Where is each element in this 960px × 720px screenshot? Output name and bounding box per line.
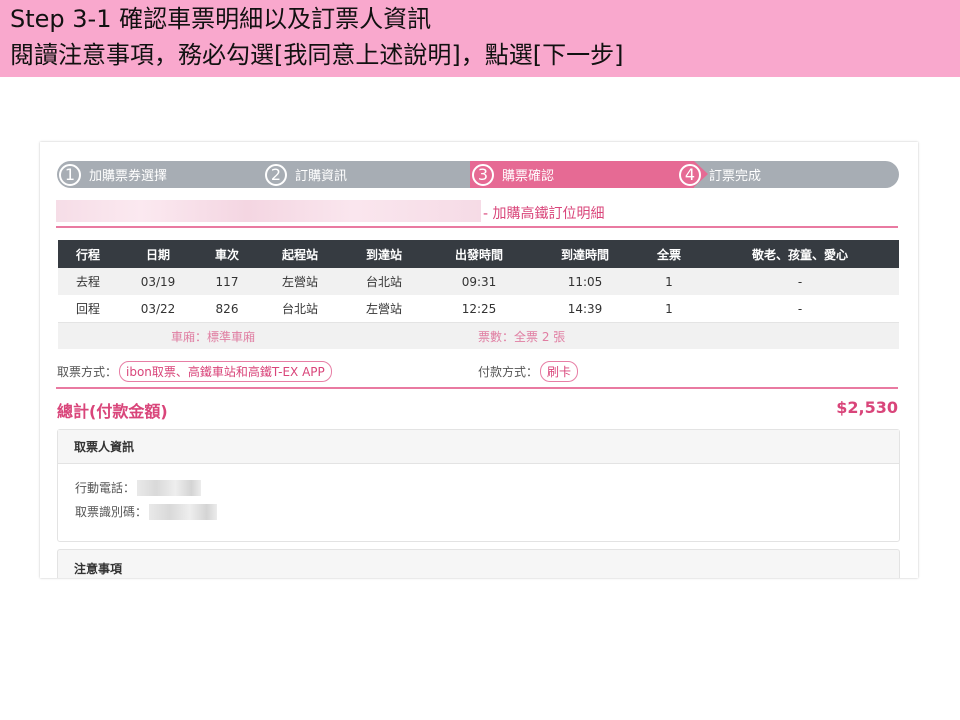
ticket-count-summary: 票數：全票 2 張 (478, 329, 566, 344)
step-number: 1 (59, 163, 81, 186)
column-header: 日期 (145, 247, 170, 262)
ticket-holder-card: 取票人資訊 行動電話： 取票識別碼： (57, 429, 900, 542)
slide-title-line-1: Step 3-1 確認車票明細以及訂票人資訊 (10, 5, 432, 33)
payment-method: 付款方式： 刷卡 (478, 361, 579, 382)
notice-title: 注意事項 (74, 562, 123, 576)
table-cell: 1 (665, 274, 673, 289)
booking-confirmation-panel: 1 加購票券選擇 2 訂購資訊 3 購票確認 4 訂票完成 - 加購高鐵訂位明細… (40, 142, 918, 578)
car-type-summary: 車廂：標準車廂 (171, 329, 256, 344)
table-cell: 14:39 (567, 301, 603, 316)
table-cell: 826 (215, 301, 239, 316)
pickup-value-badge: ibon取票、高鐵車站和高鐵T-EX APP (119, 361, 332, 382)
table-cell: 左營站 (281, 275, 318, 289)
phone-label: 行動電話： (75, 481, 136, 495)
step-label: 購票確認 (502, 169, 555, 184)
ticket-detail-table: 行程 日期 車次 起程站 到達站 出發時間 到達時間 全票 敬老、孩童、愛心 去… (58, 240, 899, 349)
divider (56, 387, 898, 389)
redacted-pickup-id (149, 503, 218, 520)
pickup-id-label: 取票識別碼： (75, 505, 148, 519)
column-header: 出發時間 (454, 247, 503, 262)
table-cell: 台北站 (281, 302, 318, 316)
notice-card: 注意事項 (57, 549, 900, 578)
table-cell: 11:05 (567, 274, 603, 289)
step-label: 加購票券選擇 (89, 169, 168, 184)
payment-value-badge: 刷卡 (540, 361, 579, 382)
ticket-holder-title: 取票人資訊 (58, 430, 899, 464)
pickup-id-field: 取票識別碼： (75, 503, 218, 520)
step-number: 4 (679, 163, 701, 186)
column-header: 行程 (75, 247, 100, 262)
phone-field: 行動電話： (75, 479, 202, 496)
column-header: 車次 (214, 247, 239, 262)
table-cell: 12:25 (461, 301, 497, 316)
table-row: 回程 03/22 826 台北站 左營站 12:25 14:39 1 - (58, 295, 899, 323)
section-title: - 加購高鐵訂位明細 (483, 206, 605, 222)
column-header: 到達時間 (560, 247, 609, 262)
table-cell: 03/22 (140, 301, 176, 316)
column-header: 全票 (656, 247, 681, 262)
pickup-method: 取票方式： ibon取票、高鐵車站和高鐵T-EX APP (57, 361, 332, 382)
table-cell: 回程 (75, 302, 100, 316)
table-cell: - (797, 274, 803, 289)
redacted-title (56, 200, 481, 222)
table-cell: 台北站 (365, 275, 402, 289)
step-number: 3 (472, 163, 494, 186)
step-4: 4 訂票完成 (679, 161, 761, 188)
slide-title-line-2: 閱讀注意事項，務必勾選[我同意上述說明]，點選[下一步] (10, 41, 624, 69)
progress-steps: 1 加購票券選擇 2 訂購資訊 3 購票確認 4 訂票完成 (57, 161, 899, 188)
redacted-phone (137, 479, 202, 496)
table-header-row: 行程 日期 車次 起程站 到達站 出發時間 到達時間 全票 敬老、孩童、愛心 (58, 240, 899, 268)
column-header: 到達站 (365, 247, 402, 262)
pickup-label: 取票方式： (57, 365, 118, 379)
step-1: 1 加購票券選擇 (59, 161, 167, 188)
total-amount: $2,530 (836, 398, 898, 417)
table-cell: 03/19 (140, 274, 176, 289)
column-header: 敬老、孩童、愛心 (751, 247, 848, 262)
step-label: 訂票完成 (709, 169, 762, 184)
step-3-current: 3 購票確認 (472, 161, 554, 188)
step-label: 訂購資訊 (295, 169, 348, 184)
table-cell: 左營站 (365, 302, 402, 316)
table-cell: 1 (665, 301, 673, 316)
column-header: 起程站 (281, 247, 318, 262)
table-cell: 09:31 (461, 274, 497, 289)
step-2: 2 訂購資訊 (265, 161, 347, 188)
table-cell: - (797, 301, 803, 316)
table-cell: 117 (215, 274, 239, 289)
total-label: 總計(付款金額) (57, 402, 168, 421)
divider (56, 226, 898, 228)
slide-header: Step 3-1 確認車票明細以及訂票人資訊 閱讀注意事項，務必勾選[我同意上述… (0, 0, 960, 77)
table-cell: 去程 (75, 275, 100, 289)
table-row: 去程 03/19 117 左營站 台北站 09:31 11:05 1 - (58, 268, 899, 295)
step-number: 2 (265, 163, 287, 186)
payment-label: 付款方式： (478, 365, 539, 379)
table-summary-row: 車廂：標準車廂 票數：全票 2 張 (58, 323, 899, 349)
